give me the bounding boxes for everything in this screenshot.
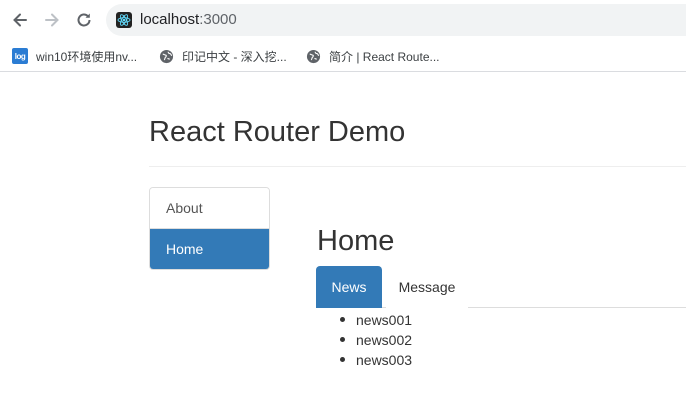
- bookmark-label: win10环境使用nv...: [36, 49, 138, 64]
- forward-arrow-icon: [45, 13, 59, 27]
- forward-button[interactable]: [41, 9, 63, 31]
- page-header: React Router Demo: [149, 114, 686, 167]
- bookmark-yinji[interactable]: 印记中文 - 深入挖...: [158, 47, 287, 65]
- home-tabs: News Message: [316, 266, 686, 308]
- nav-link-home[interactable]: Home: [150, 229, 269, 269]
- page-title: React Router Demo: [149, 116, 406, 148]
- url-port: :3000: [199, 11, 237, 28]
- globe-icon: [158, 48, 174, 64]
- log-badge-icon: log: [12, 48, 28, 64]
- bookmark-react-router[interactable]: 简介 | React Route...: [305, 47, 440, 65]
- list-item: news003: [338, 350, 412, 370]
- url-text: localhost:3000: [140, 11, 237, 28]
- list-item: news001: [338, 310, 412, 330]
- news-list: news001 news002 news003: [338, 310, 412, 370]
- bookmark-label: 简介 | React Route...: [329, 49, 440, 64]
- reload-icon: [77, 13, 91, 27]
- home-heading: Home: [317, 225, 395, 257]
- address-bar[interactable]: localhost:3000: [106, 4, 686, 36]
- side-nav: About Home: [149, 187, 270, 270]
- back-button[interactable]: [9, 9, 31, 31]
- globe-icon: [305, 48, 321, 64]
- tab-message[interactable]: Message: [386, 266, 468, 308]
- browser-toolbar: localhost:3000: [0, 0, 686, 40]
- list-item: news002: [338, 330, 412, 350]
- reload-button[interactable]: [73, 9, 95, 31]
- bookmark-label: 印记中文 - 深入挖...: [182, 49, 287, 64]
- bookmarks-bar: log win10环境使用nv... 印记中文 - 深入挖... 简介 | Re…: [0, 40, 686, 72]
- nav-link-about[interactable]: About: [150, 188, 269, 229]
- url-host: localhost: [140, 11, 200, 28]
- tab-news[interactable]: News: [316, 266, 382, 308]
- back-arrow-icon: [13, 13, 27, 27]
- react-favicon-icon: [116, 12, 132, 28]
- bookmark-win10[interactable]: log win10环境使用nv...: [12, 47, 137, 65]
